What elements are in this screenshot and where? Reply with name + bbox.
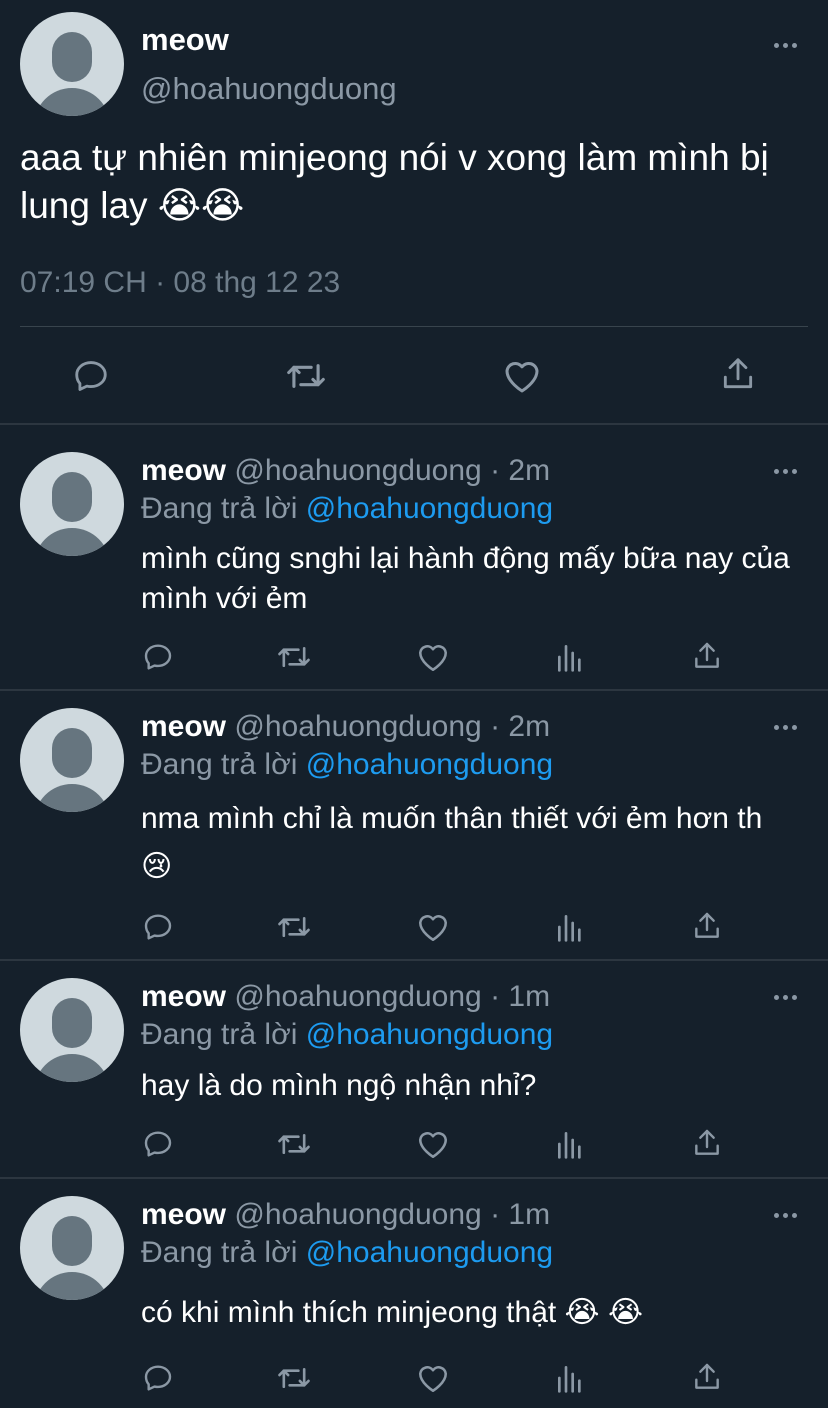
- mention-link[interactable]: @hoahuongduong: [306, 1018, 553, 1051]
- author-name[interactable]: meow: [141, 1198, 226, 1231]
- retweet-icon[interactable]: [276, 1362, 312, 1394]
- like-icon[interactable]: [416, 1362, 450, 1394]
- replying-label: Đang trả lời: [141, 1236, 298, 1269]
- retweet-icon[interactable]: [285, 357, 327, 395]
- more-options-icon[interactable]: [774, 995, 797, 1000]
- replying-to: Đang trả lời @hoahuongduong: [141, 748, 553, 782]
- reply-header: meow @hoahuongduong · 2m: [141, 454, 550, 488]
- reply-icon[interactable]: [72, 357, 110, 395]
- author-handle[interactable]: @hoahuongduong · 1m: [234, 980, 550, 1013]
- replying-label: Đang trả lời: [141, 748, 298, 781]
- avatar[interactable]: [20, 452, 124, 556]
- divider: [0, 423, 828, 425]
- reply-icon[interactable]: [142, 641, 174, 673]
- share-icon[interactable]: [691, 640, 723, 672]
- share-icon[interactable]: [691, 1127, 723, 1159]
- author-name[interactable]: meow: [141, 22, 229, 58]
- more-options-icon[interactable]: [774, 725, 797, 730]
- retweet-icon[interactable]: [276, 911, 312, 943]
- views-icon[interactable]: [555, 1128, 585, 1160]
- more-options-icon[interactable]: [774, 469, 797, 474]
- mention-link[interactable]: @hoahuongduong: [306, 1236, 553, 1269]
- avatar[interactable]: [20, 708, 124, 812]
- replying-label: Đang trả lời: [141, 492, 298, 525]
- tweet-timestamp[interactable]: 07:19 CH · 08 thg 12 23: [20, 266, 340, 300]
- reply-text: nma mình chỉ là muốn thân thiết với ẻm h…: [141, 802, 763, 883]
- mention-link[interactable]: @hoahuongduong: [306, 748, 553, 781]
- divider: [0, 959, 828, 961]
- retweet-icon[interactable]: [276, 1128, 312, 1160]
- author-name[interactable]: meow: [141, 454, 226, 487]
- divider: [0, 689, 828, 691]
- replying-to: Đang trả lời @hoahuongduong: [141, 1236, 553, 1270]
- author-name[interactable]: meow: [141, 980, 226, 1013]
- like-icon[interactable]: [416, 911, 450, 943]
- mention-link[interactable]: @hoahuongduong: [306, 492, 553, 525]
- replying-label: Đang trả lời: [141, 1018, 298, 1051]
- share-icon[interactable]: [719, 355, 757, 393]
- divider: [20, 326, 808, 327]
- reply-icon[interactable]: [142, 911, 174, 943]
- more-options-icon[interactable]: [774, 1213, 797, 1218]
- reply-text: có khi mình thích minjeong thật 😭 😭: [141, 1296, 644, 1329]
- reply-header: meow @hoahuongduong · 2m: [141, 710, 550, 744]
- reply-icon[interactable]: [142, 1128, 174, 1160]
- views-icon[interactable]: [555, 1362, 585, 1394]
- share-icon[interactable]: [691, 910, 723, 942]
- author-handle[interactable]: @hoahuongduong · 2m: [234, 710, 550, 743]
- reply-header: meow @hoahuongduong · 1m: [141, 1198, 550, 1232]
- avatar[interactable]: [20, 1196, 124, 1300]
- avatar[interactable]: [20, 978, 124, 1082]
- like-icon[interactable]: [416, 641, 450, 673]
- reply-text: hay là do mình ngộ nhận nhỉ?: [141, 1069, 537, 1102]
- author-handle[interactable]: @hoahuongduong · 1m: [234, 1198, 550, 1231]
- views-icon[interactable]: [555, 911, 585, 943]
- tweet-text: aaa tự nhiên minjeong nói v xong làm mìn…: [20, 137, 769, 226]
- share-icon[interactable]: [691, 1361, 723, 1393]
- replying-to: Đang trả lời @hoahuongduong: [141, 1018, 553, 1052]
- reply-header: meow @hoahuongduong · 1m: [141, 980, 550, 1014]
- author-name[interactable]: meow: [141, 710, 226, 743]
- avatar[interactable]: [20, 12, 124, 116]
- reply-text: mình cũng snghi lại hành động mấy bữa na…: [141, 542, 790, 615]
- like-icon[interactable]: [502, 357, 542, 395]
- like-icon[interactable]: [416, 1128, 450, 1160]
- divider: [0, 1177, 828, 1179]
- replying-to: Đang trả lời @hoahuongduong: [141, 492, 553, 526]
- reply-icon[interactable]: [142, 1362, 174, 1394]
- retweet-icon[interactable]: [276, 641, 312, 673]
- more-options-icon[interactable]: [774, 43, 797, 48]
- author-handle[interactable]: @hoahuongduong · 2m: [234, 454, 550, 487]
- author-handle[interactable]: @hoahuongduong: [141, 71, 397, 107]
- views-icon[interactable]: [555, 641, 585, 673]
